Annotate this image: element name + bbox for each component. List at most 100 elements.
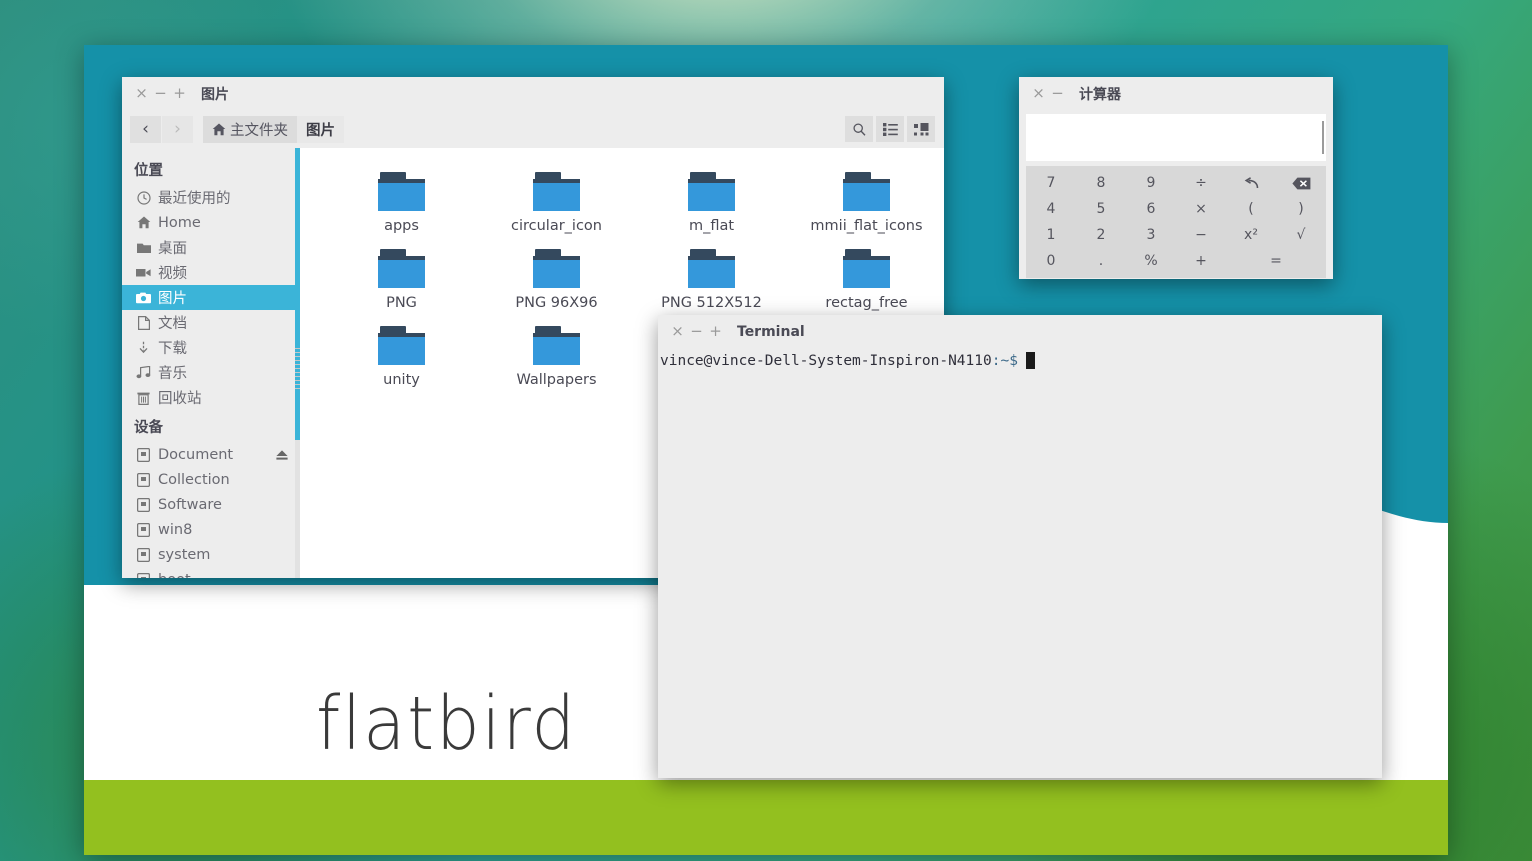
home-icon <box>136 215 151 230</box>
terminal-window[interactable]: × − + Terminal vince@vince-Dell-System-I… <box>658 315 1382 778</box>
sidebar-item-trash[interactable]: 回收站 <box>122 385 300 410</box>
calculator-titlebar[interactable]: × − 计算器 <box>1019 77 1333 110</box>
terminal-titlebar[interactable]: × − + Terminal <box>658 315 1382 348</box>
list-view-button[interactable] <box>876 116 904 142</box>
drive-icon <box>136 497 151 512</box>
camera-icon <box>136 290 151 305</box>
sidebar-item-recent[interactable]: 最近使用的 <box>122 185 300 210</box>
sidebar-item-win8-drive[interactable]: win8 <box>122 517 300 542</box>
file-item[interactable]: unity <box>324 316 479 393</box>
file-item[interactable]: PNG 512X512 <box>634 239 789 316</box>
forward-button[interactable]: › <box>162 115 193 143</box>
key-0[interactable]: 0 <box>1026 248 1076 274</box>
key-6[interactable]: 6 <box>1126 196 1176 222</box>
sidebar-label-software-drive: Software <box>158 496 222 513</box>
breadcrumb-item-pictures[interactable]: 图片 <box>297 115 344 143</box>
breadcrumb-item-home[interactable]: 主文件夹 <box>203 115 297 143</box>
sidebar-item-desktop[interactable]: 桌面 <box>122 235 300 260</box>
key-sqrt[interactable]: √ <box>1276 222 1326 248</box>
search-button[interactable] <box>845 116 873 142</box>
sidebar-scrollbar-thumb[interactable] <box>295 148 300 440</box>
sidebar-item-software-drive[interactable]: Software <box>122 492 300 517</box>
file-item[interactable]: Wallpapers <box>479 316 634 393</box>
sidebar-item-home[interactable]: Home <box>122 210 300 235</box>
close-icon[interactable]: × <box>132 83 151 105</box>
list-view-icon <box>882 122 898 136</box>
file-name: m_flat <box>688 218 735 234</box>
key-2[interactable]: 2 <box>1076 222 1126 248</box>
sidebar-item-pictures[interactable]: 图片 <box>122 285 300 310</box>
minimize-icon[interactable]: − <box>687 321 706 343</box>
terminal-output-area[interactable]: vince@vince-Dell-System-Inspiron-N4110:~… <box>658 348 1382 778</box>
key-4[interactable]: 4 <box>1026 196 1076 222</box>
sidebar-item-boot-drive[interactable]: boot <box>122 567 300 578</box>
file-item[interactable]: mmii_flat_icons <box>789 162 944 239</box>
file-item[interactable]: PNG <box>324 239 479 316</box>
minimize-icon[interactable]: − <box>151 83 170 105</box>
sidebar-item-videos[interactable]: 视频 <box>122 260 300 285</box>
file-item[interactable]: PNG 96X96 <box>479 239 634 316</box>
key-undo[interactable] <box>1226 170 1276 196</box>
minimize-icon[interactable]: − <box>1048 83 1067 105</box>
terminal-title: Terminal <box>737 323 805 340</box>
sidebar-label-documents: 文档 <box>158 316 187 332</box>
eject-icon[interactable] <box>275 449 289 461</box>
file-manager-sidebar[interactable]: 位置 最近使用的 Home 桌面 视频 图片 文档 下载 音乐 回收站 设备 D… <box>122 148 300 578</box>
key-divide[interactable]: ÷ <box>1176 170 1226 196</box>
maximize-icon[interactable]: + <box>170 83 189 105</box>
sidebar-label-videos: 视频 <box>158 266 187 282</box>
key-add[interactable]: + <box>1176 248 1226 274</box>
key-percent[interactable]: % <box>1126 248 1176 274</box>
sidebar-item-documents[interactable]: 文档 <box>122 310 300 335</box>
file-item[interactable]: circular_icon <box>479 162 634 239</box>
key-3[interactable]: 3 <box>1126 222 1176 248</box>
file-manager-title: 图片 <box>201 86 229 103</box>
folder-icon <box>378 326 425 365</box>
key-1[interactable]: 1 <box>1026 222 1076 248</box>
wallpaper-green-band <box>84 780 1448 855</box>
video-icon <box>136 265 151 280</box>
file-manager-titlebar[interactable]: × − + 图片 <box>122 77 944 110</box>
sidebar-label-music: 音乐 <box>158 366 187 382</box>
calculator-caret <box>1322 121 1324 154</box>
maximize-icon[interactable]: + <box>706 321 725 343</box>
key-7[interactable]: 7 <box>1026 170 1076 196</box>
key-square[interactable]: x² <box>1226 222 1276 248</box>
sidebar-item-document-drive[interactable]: Document <box>122 442 300 467</box>
sidebar-section-devices-header: 设备 <box>134 420 163 436</box>
terminal-prompt-line: vince@vince-Dell-System-Inspiron-N4110:~… <box>660 352 1382 369</box>
icon-view-button[interactable] <box>907 116 935 142</box>
search-icon <box>852 122 867 137</box>
drive-icon <box>136 472 151 487</box>
folder-icon <box>533 326 580 365</box>
file-item[interactable]: rectag_free <box>789 239 944 316</box>
key-5[interactable]: 5 <box>1076 196 1126 222</box>
back-button[interactable]: ‹ <box>130 115 161 143</box>
sidebar-item-system-drive[interactable]: system <box>122 542 300 567</box>
key-backspace[interactable] <box>1276 170 1326 196</box>
sidebar-item-music[interactable]: 音乐 <box>122 360 300 385</box>
calculator-display[interactable] <box>1026 114 1326 161</box>
file-item[interactable]: apps <box>324 162 479 239</box>
drive-icon <box>136 572 151 578</box>
document-icon <box>136 315 151 330</box>
file-item[interactable]: m_flat <box>634 162 789 239</box>
drive-icon <box>136 547 151 562</box>
key-multiply[interactable]: × <box>1176 196 1226 222</box>
terminal-prompt-path: :~$ <box>991 352 1018 369</box>
sidebar-resize-grip[interactable] <box>295 348 300 390</box>
sidebar-item-downloads[interactable]: 下载 <box>122 335 300 360</box>
key-paren-close[interactable]: ) <box>1276 196 1326 222</box>
key-decimal[interactable]: . <box>1076 248 1126 274</box>
key-9[interactable]: 9 <box>1126 170 1176 196</box>
calculator-window[interactable]: × − 计算器 7 8 9 ÷ 4 5 6 × () 1 2 3 − x² √… <box>1019 77 1333 279</box>
key-paren-open[interactable]: ( <box>1226 196 1276 222</box>
key-8[interactable]: 8 <box>1076 170 1126 196</box>
close-icon[interactable]: × <box>668 321 687 343</box>
key-subtract[interactable]: − <box>1176 222 1226 248</box>
key-equals[interactable]: = <box>1226 248 1326 274</box>
drive-icon <box>136 522 151 537</box>
close-icon[interactable]: × <box>1029 83 1048 105</box>
folder-icon <box>688 249 735 288</box>
sidebar-item-collection-drive[interactable]: Collection <box>122 467 300 492</box>
